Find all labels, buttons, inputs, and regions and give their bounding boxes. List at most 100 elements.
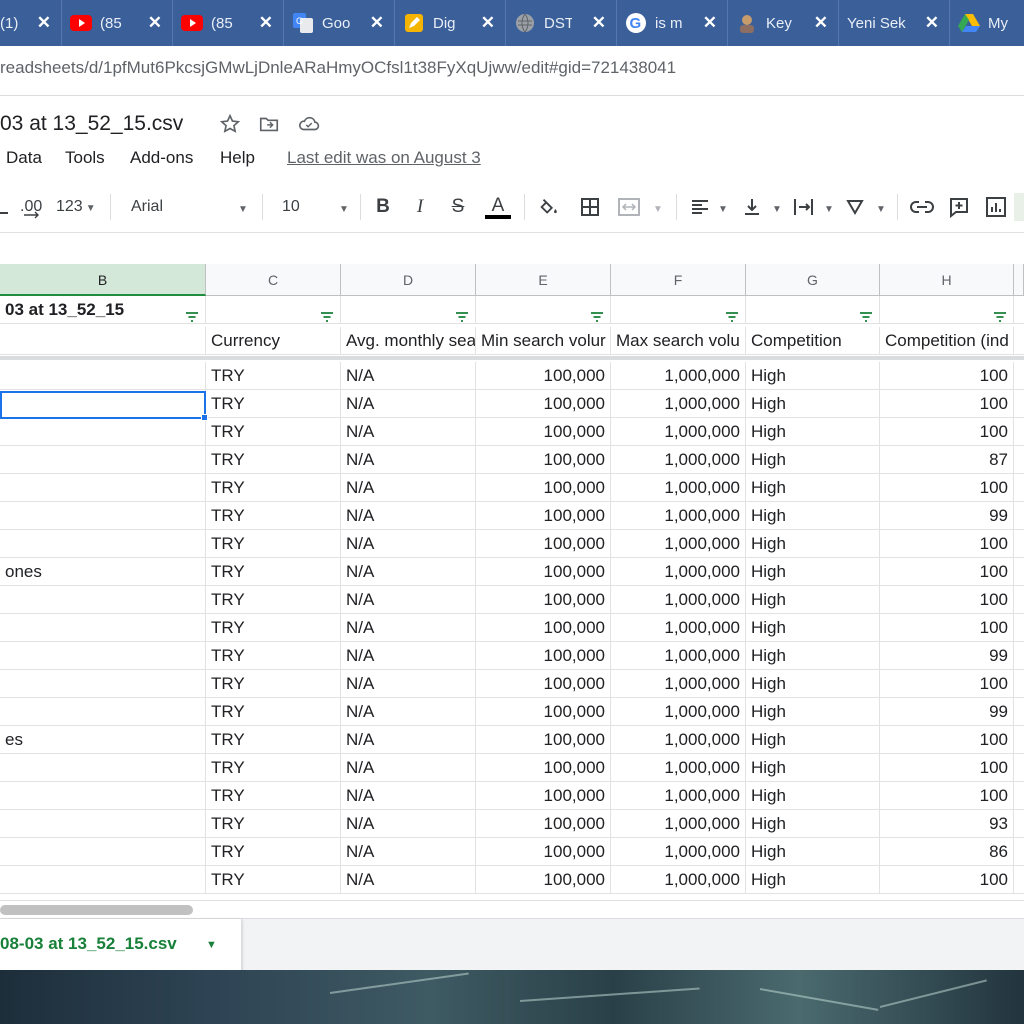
insert-comment-icon[interactable]: [946, 194, 972, 220]
vertical-align-icon[interactable]: [740, 194, 764, 220]
table-cell[interactable]: es: [0, 726, 206, 754]
fill-color-icon[interactable]: [537, 194, 561, 220]
table-cell[interactable]: 100,000: [476, 866, 611, 894]
font-size-select[interactable]: 10: [282, 198, 300, 216]
align-dropdown-icon[interactable]: ▼: [715, 199, 728, 217]
table-cell[interactable]: N/A: [341, 558, 476, 586]
column-header-b[interactable]: B: [0, 264, 206, 296]
table-cell[interactable]: 100: [880, 586, 1014, 614]
table-cell[interactable]: N/A: [341, 390, 476, 418]
filter-icon[interactable]: [455, 304, 469, 322]
table-cell[interactable]: Max search volu: [611, 327, 746, 355]
table-cell[interactable]: High: [746, 614, 880, 642]
table-cell[interactable]: 100: [880, 614, 1014, 642]
table-cell[interactable]: 100: [880, 474, 1014, 502]
table-cell[interactable]: TRY: [206, 390, 341, 418]
column-header-c[interactable]: C: [206, 264, 341, 296]
table-cell[interactable]: [0, 810, 206, 838]
insert-link-icon[interactable]: [909, 194, 935, 220]
table-cell[interactable]: High: [746, 698, 880, 726]
bold-icon[interactable]: B: [372, 194, 394, 220]
table-cell[interactable]: 100,000: [476, 782, 611, 810]
table-cell[interactable]: 93: [880, 810, 1014, 838]
table-cell[interactable]: 100,000: [476, 362, 611, 390]
table-cell[interactable]: 1,000,000: [611, 670, 746, 698]
spreadsheet-grid[interactable]: B C D E F G H 03 at 13_52_15 Currency Avg. monthl…: [0, 264, 1024, 900]
table-cell[interactable]: [476, 296, 611, 324]
table-cell[interactable]: [0, 670, 206, 698]
table-cell[interactable]: Competition (ind: [880, 327, 1014, 355]
table-cell[interactable]: TRY: [206, 754, 341, 782]
table-cell[interactable]: 100,000: [476, 726, 611, 754]
decrease-decimal-icon[interactable]: [0, 194, 10, 220]
table-cell[interactable]: N/A: [341, 446, 476, 474]
frozen-row-divider[interactable]: [0, 356, 1024, 360]
table-cell[interactable]: Avg. monthly sea: [341, 327, 476, 355]
table-cell[interactable]: 100,000: [476, 502, 611, 530]
table-cell[interactable]: [0, 327, 206, 355]
table-cell[interactable]: 100,000: [476, 754, 611, 782]
table-cell[interactable]: [0, 362, 206, 390]
column-header-h[interactable]: H: [880, 264, 1014, 296]
table-cell[interactable]: High: [746, 418, 880, 446]
url-text[interactable]: readsheets/d/1pfMut6PkcsjGMwLjDnleARaHmy…: [0, 58, 676, 78]
table-cell[interactable]: TRY: [206, 782, 341, 810]
table-cell[interactable]: TRY: [206, 586, 341, 614]
table-cell[interactable]: 1,000,000: [611, 782, 746, 810]
table-cell[interactable]: [880, 296, 1014, 324]
close-tab-icon[interactable]: ✕: [481, 13, 495, 33]
close-tab-icon[interactable]: ✕: [259, 13, 273, 33]
table-cell[interactable]: [0, 586, 206, 614]
doc-title[interactable]: 03 at 13_52_15.csv: [0, 112, 183, 136]
star-icon[interactable]: [218, 112, 242, 136]
borders-icon[interactable]: [578, 194, 602, 220]
table-cell[interactable]: [206, 296, 341, 324]
browser-tab[interactable]: G Goo ✕: [284, 0, 395, 46]
table-cell[interactable]: High: [746, 670, 880, 698]
table-cell[interactable]: TRY: [206, 810, 341, 838]
table-cell[interactable]: TRY: [206, 698, 341, 726]
table-cell[interactable]: N/A: [341, 502, 476, 530]
table-cell[interactable]: TRY: [206, 866, 341, 894]
browser-tab[interactable]: My: [950, 0, 1024, 46]
table-cell[interactable]: TRY: [206, 838, 341, 866]
table-cell[interactable]: TRY: [206, 670, 341, 698]
column-header-d[interactable]: D: [341, 264, 476, 296]
table-cell[interactable]: TRY: [206, 474, 341, 502]
table-cell[interactable]: 100: [880, 530, 1014, 558]
table-cell[interactable]: High: [746, 754, 880, 782]
table-cell[interactable]: 1,000,000: [611, 418, 746, 446]
table-cell[interactable]: [0, 614, 206, 642]
table-cell[interactable]: High: [746, 726, 880, 754]
filter-icon[interactable]: [725, 304, 739, 322]
more-formats-button[interactable]: 123 ▼: [56, 198, 96, 216]
table-cell[interactable]: 1,000,000: [611, 474, 746, 502]
table-cell[interactable]: [0, 838, 206, 866]
filter-icon[interactable]: [993, 304, 1007, 322]
close-tab-icon[interactable]: ✕: [592, 13, 606, 33]
table-cell[interactable]: 100,000: [476, 838, 611, 866]
table-cell[interactable]: N/A: [341, 810, 476, 838]
table-cell[interactable]: High: [746, 390, 880, 418]
sheet-menu-caret-icon[interactable]: ▼: [206, 939, 217, 951]
font-family-dropdown-icon[interactable]: ▼: [235, 199, 248, 217]
address-bar[interactable]: readsheets/d/1pfMut6PkcsjGMwLjDnleARaHmy…: [0, 46, 1024, 96]
column-header-partial[interactable]: [1014, 264, 1024, 296]
text-wrap-icon[interactable]: [792, 194, 816, 220]
vertical-align-dropdown-icon[interactable]: ▼: [769, 199, 782, 217]
table-cell[interactable]: N/A: [341, 866, 476, 894]
align-left-icon[interactable]: [688, 194, 712, 220]
text-wrap-dropdown-icon[interactable]: ▼: [821, 199, 834, 217]
table-cell[interactable]: 1,000,000: [611, 530, 746, 558]
table-cell[interactable]: High: [746, 502, 880, 530]
table-cell[interactable]: High: [746, 474, 880, 502]
font-family-select[interactable]: Arial: [131, 198, 163, 216]
table-cell[interactable]: 100,000: [476, 558, 611, 586]
horizontal-scrollbar[interactable]: [0, 900, 1024, 918]
table-cell[interactable]: TRY: [206, 502, 341, 530]
filter-toggle-button[interactable]: [1014, 193, 1024, 221]
table-cell[interactable]: High: [746, 782, 880, 810]
text-rotation-icon[interactable]: [845, 194, 869, 220]
table-cell[interactable]: 100: [880, 390, 1014, 418]
table-cell[interactable]: High: [746, 558, 880, 586]
